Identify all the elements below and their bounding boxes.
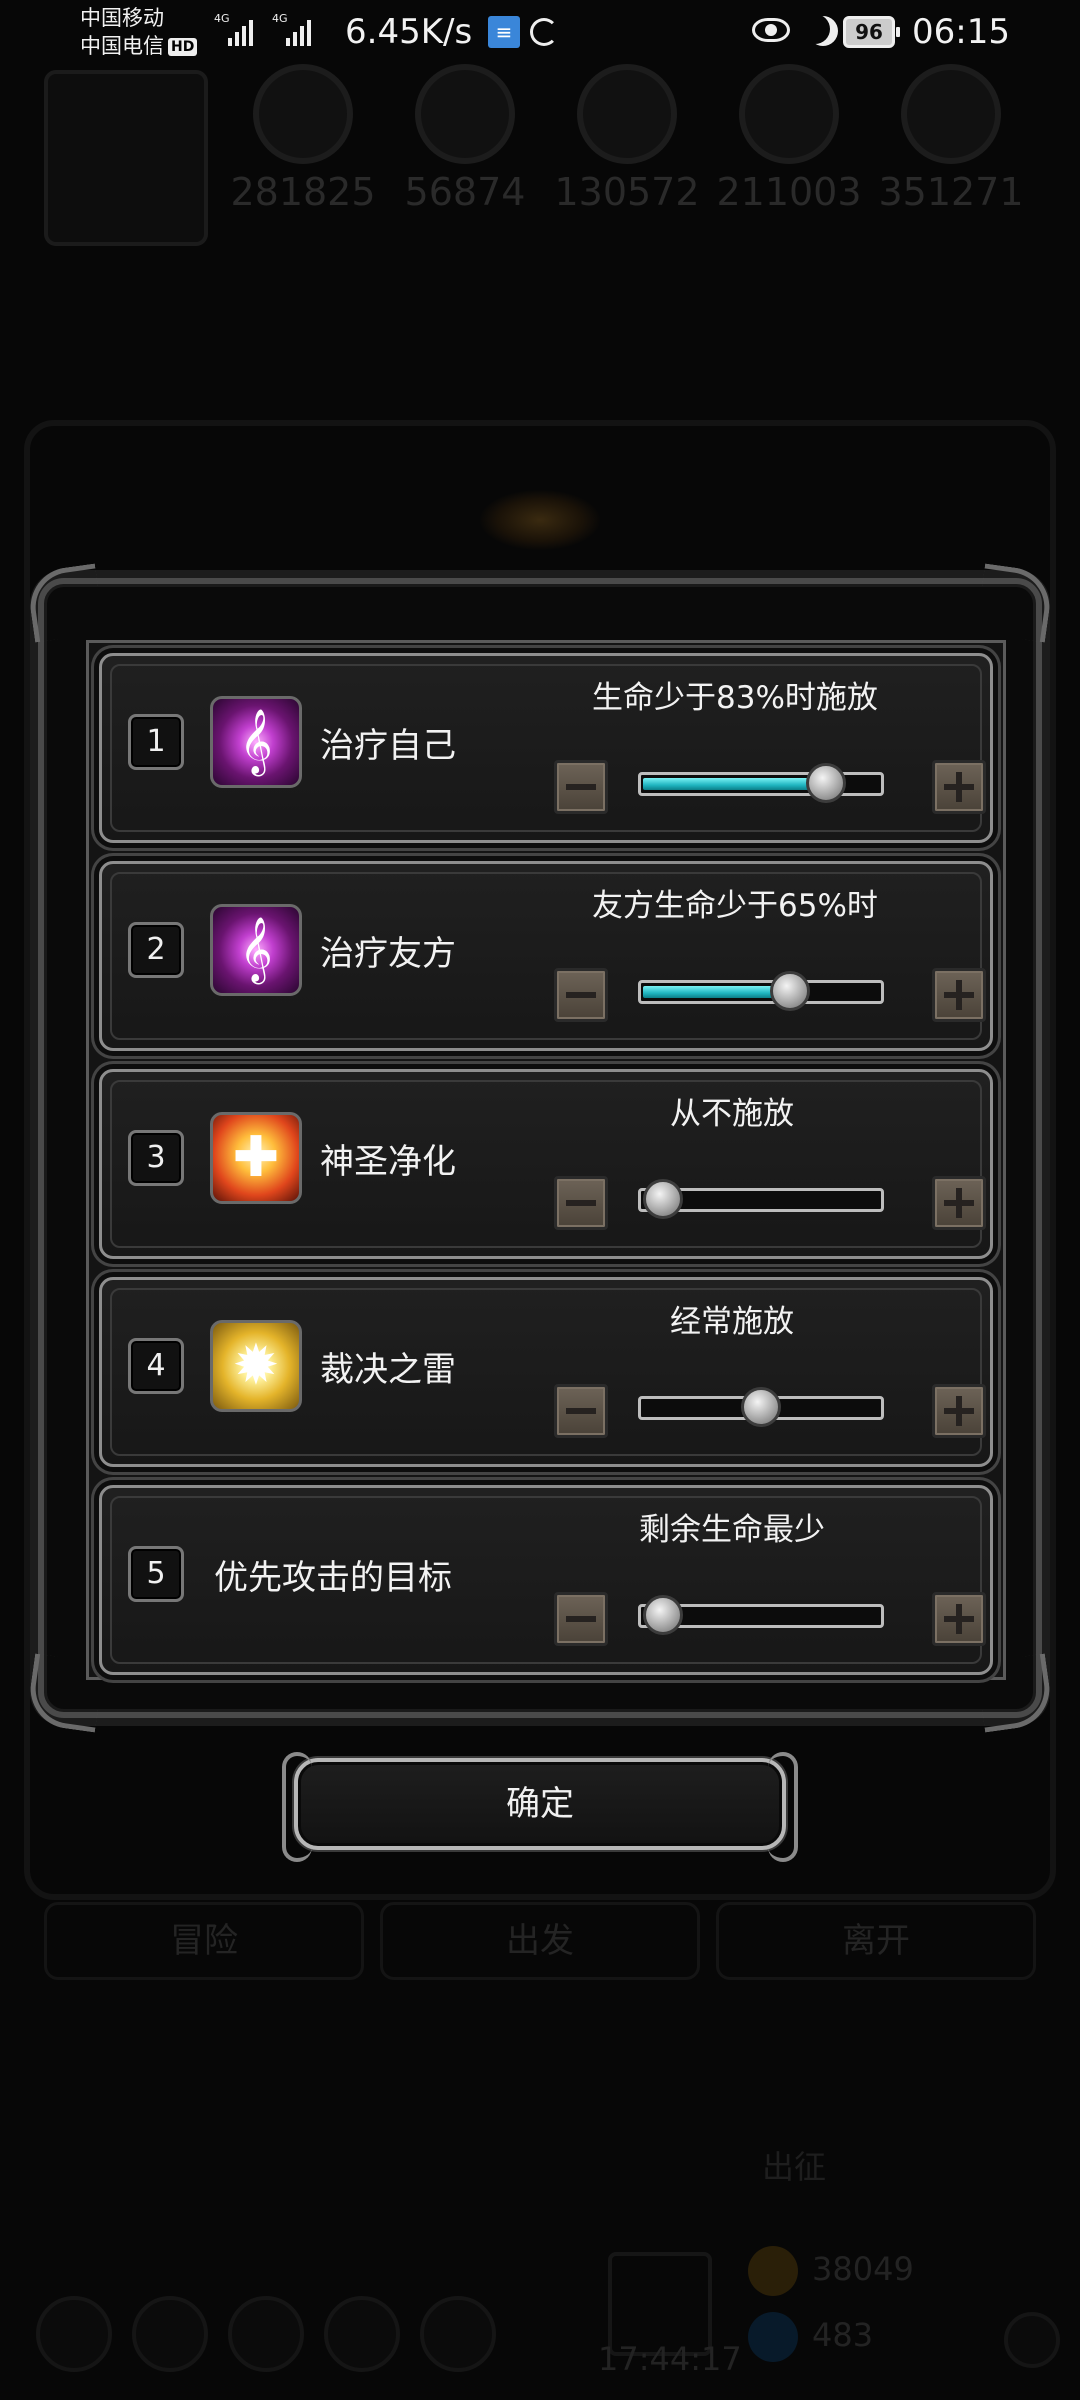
resource-value: 211003 (716, 170, 862, 214)
gold-coin-icon (748, 2246, 798, 2296)
carrier-1: 中国移动 (80, 6, 164, 30)
resource-value: 56874 (404, 170, 526, 214)
healing-note-icon: 𝄞 (210, 696, 302, 788)
net-speed: 6.45K/s (345, 12, 473, 52)
cast-condition: 友方生命少于65%时 (592, 888, 878, 924)
network-type-1: 4G (214, 12, 230, 25)
threshold-slider[interactable] (638, 763, 884, 803)
slider-fill (643, 778, 824, 790)
status-bar: 中国移动 中国电信 HD 4G 4G 6.45K/s ≡ 96 06:15 (0, 0, 1080, 66)
slider-knob[interactable] (741, 1387, 781, 1427)
battery-icon: 96 (843, 16, 900, 48)
background-leave-button: 离开 (716, 1902, 1036, 1980)
cast-condition: 从不施放 (670, 1096, 794, 1132)
skill-row: 5 优先攻击的目标 剩余生命最少 (99, 1485, 993, 1675)
decrease-button[interactable] (554, 1176, 608, 1230)
loading-icon (530, 18, 558, 46)
signal-icon-2: 4G (272, 12, 311, 46)
background-menu-icon (324, 2296, 400, 2372)
signal-icon: 4G (214, 12, 253, 46)
skill-index: 5 (128, 1546, 184, 1602)
resource-orb-icon (577, 64, 677, 164)
resource-orb-icon (415, 64, 515, 164)
thunder-burst-icon: ✹ (210, 1320, 302, 1412)
decrease-button[interactable] (554, 968, 608, 1022)
holy-cross-icon: ✚ (210, 1112, 302, 1204)
background-crest-icon (480, 490, 600, 550)
increase-button[interactable] (932, 1384, 986, 1438)
background-resource: 56874 (390, 64, 540, 214)
slider-knob[interactable] (805, 763, 846, 803)
threshold-slider[interactable] (638, 1179, 884, 1219)
skill-index: 3 (128, 1130, 184, 1186)
background-menu-icon (132, 2296, 208, 2372)
increase-button[interactable] (932, 1592, 986, 1646)
cast-condition: 剩余生命最少 (639, 1512, 825, 1548)
threshold-slider[interactable] (638, 1595, 884, 1635)
background-menu-icon (36, 2296, 112, 2372)
background-depart-button: 出发 (380, 1902, 700, 1980)
increase-button[interactable] (932, 1176, 986, 1230)
decrease-button[interactable] (554, 1592, 608, 1646)
skill-name: 治疗友方 (320, 934, 456, 974)
clock: 06:15 (912, 12, 1010, 52)
background-resource: 130572 (552, 64, 702, 214)
skill-row: 2 𝄞 治疗友方 友方生命少于65%时 (99, 861, 993, 1051)
background-resource: 281825 (228, 64, 378, 214)
network-type-2: 4G (272, 12, 288, 25)
skill-name: 神圣净化 (320, 1142, 456, 1182)
cast-condition: 经常施放 (670, 1304, 794, 1340)
game-screen: 中国移动 中国电信 HD 4G 4G 6.45K/s ≡ 96 06:15 281… (0, 0, 1080, 2400)
skill-settings-dialog: 1 𝄞 治疗自己 生命少于83%时施放 2 𝄞 治疗友方 友方生命少于65%时 (25, 563, 1055, 1733)
skill-index: 2 (128, 922, 184, 978)
background-gems: 483 (812, 2316, 874, 2354)
resource-orb-icon (901, 64, 1001, 164)
background-resource-bar: 281825 56874 130572 211003 351271 (0, 40, 1080, 246)
background-adventure-button: 冒险 (44, 1902, 364, 1980)
background-menu-icon (420, 2296, 496, 2372)
gem-icon (748, 2312, 798, 2362)
skill-index: 4 (128, 1338, 184, 1394)
increase-button[interactable] (932, 968, 986, 1022)
voice-assistant-icon: ≡ (488, 16, 520, 48)
background-timer: 17:44:17 (598, 2340, 742, 2378)
cast-condition: 生命少于83%时施放 (592, 680, 878, 716)
threshold-slider[interactable] (638, 1387, 884, 1427)
slider-knob[interactable] (643, 1595, 683, 1635)
slider-knob[interactable] (643, 1179, 683, 1219)
resource-value: 281825 (230, 170, 376, 214)
skill-name: 治疗自己 (320, 726, 456, 766)
skill-name: 裁决之雷 (320, 1350, 456, 1390)
confirm-button[interactable]: 确定 (282, 1752, 798, 1862)
confirm-label: 确定 (506, 1784, 574, 1824)
eye-comfort-icon (752, 18, 790, 42)
resource-value: 130572 (554, 170, 700, 214)
skill-row: 4 ✹ 裁决之雷 经常施放 (99, 1277, 993, 1467)
resource-value: 351271 (878, 170, 1024, 214)
background-resource: 351271 (876, 64, 1026, 214)
do-not-disturb-icon (800, 14, 830, 44)
background-menu-icon (228, 2296, 304, 2372)
resource-orb-icon (253, 64, 353, 164)
slider-fill (643, 986, 789, 998)
carrier-info: 中国移动 中国电信 HD (80, 4, 198, 60)
decrease-button[interactable] (554, 1384, 608, 1438)
background-resource: 211003 (714, 64, 864, 214)
skill-name: 优先攻击的目标 (214, 1558, 452, 1598)
threshold-slider[interactable] (638, 971, 884, 1011)
background-add-icon (1004, 2312, 1060, 2368)
background-status-text: 出征 (762, 2148, 827, 2186)
hd-badge: HD (168, 38, 198, 56)
increase-button[interactable] (932, 760, 986, 814)
skill-row: 3 ✚ 神圣净化 从不施放 (99, 1069, 993, 1259)
skill-index: 1 (128, 714, 184, 770)
healing-note-icon: 𝄞 (210, 904, 302, 996)
background-gold: 38049 (812, 2250, 914, 2288)
carrier-2: 中国电信 (80, 34, 164, 58)
skill-list: 1 𝄞 治疗自己 生命少于83%时施放 2 𝄞 治疗友方 友方生命少于65%时 (86, 640, 1006, 1680)
skill-row: 1 𝄞 治疗自己 生命少于83%时施放 (99, 653, 993, 843)
decrease-button[interactable] (554, 760, 608, 814)
background-avatar (44, 70, 208, 246)
resource-orb-icon (739, 64, 839, 164)
